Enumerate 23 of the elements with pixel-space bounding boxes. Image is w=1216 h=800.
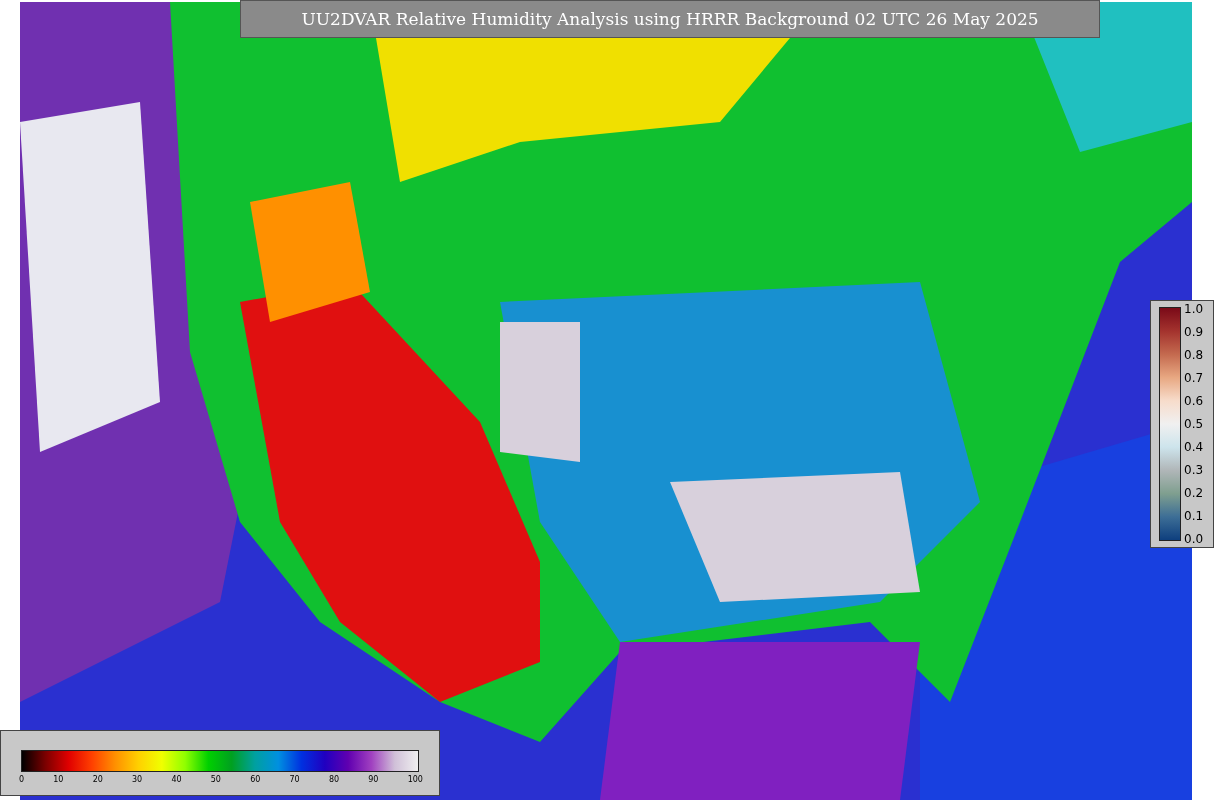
scale-label: 1.0 bbox=[1184, 302, 1204, 316]
scale-label: 70 bbox=[289, 775, 300, 784]
scale-label: 80 bbox=[328, 775, 340, 784]
scale-label: 60 bbox=[250, 775, 261, 784]
scale-label: 0.9 bbox=[1184, 325, 1204, 339]
scale-label: 0.3 bbox=[1184, 463, 1204, 477]
map-title: UU2DVAR Relative Humidity Analysis using HRRR Background 02 UTC 26 May 2025 bbox=[240, 0, 1100, 38]
scale-label: 0.8 bbox=[1184, 348, 1204, 362]
scale-label: 0.2 bbox=[1184, 486, 1204, 500]
scale-label: 100 bbox=[407, 775, 423, 784]
scale-label: 90 bbox=[368, 775, 379, 784]
scale-label: 0.1 bbox=[1184, 509, 1204, 523]
scale-label: 0 bbox=[19, 775, 25, 784]
scale-label: 0.5 bbox=[1184, 417, 1204, 431]
scale-label: 10 bbox=[53, 775, 64, 784]
scale-label: 0.4 bbox=[1184, 440, 1204, 454]
scale-label: 0.0 bbox=[1184, 532, 1204, 546]
scale-label: 50 bbox=[210, 775, 221, 784]
scale-label: 40 bbox=[171, 775, 182, 784]
scale-label: 0.6 bbox=[1184, 394, 1204, 408]
scale-label: 0.7 bbox=[1184, 371, 1204, 385]
scale-label: 20 bbox=[92, 775, 103, 784]
scale-label: 30 bbox=[132, 775, 143, 784]
